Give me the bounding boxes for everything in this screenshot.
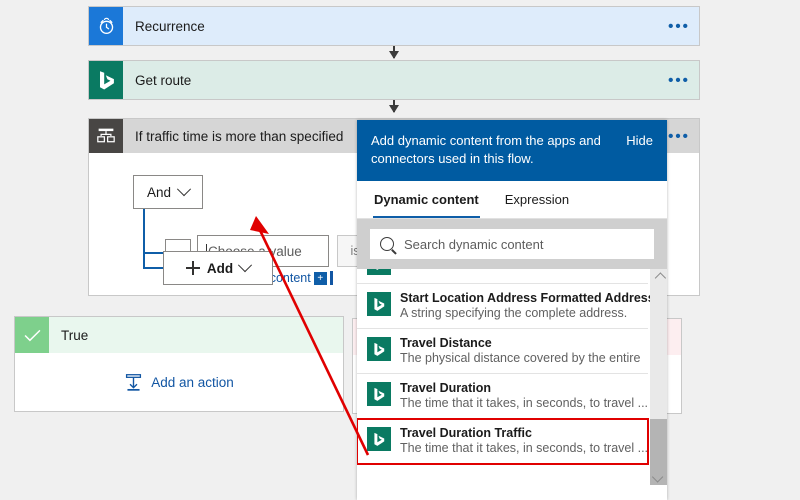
connector-arrow-1	[389, 46, 399, 59]
bing-maps-icon	[367, 382, 391, 406]
condition-tree-line-vertical	[143, 209, 145, 269]
step-menu-button[interactable]: •••	[659, 72, 699, 89]
search-placeholder: Search dynamic content	[404, 236, 544, 252]
bing-maps-icon	[367, 269, 391, 275]
list-item[interactable]: Travel Distance The physical distance co…	[357, 329, 648, 374]
list-item-name: Travel Duration	[400, 381, 491, 395]
branch-true-label: True	[61, 327, 89, 343]
scroll-up-button[interactable]	[650, 269, 667, 286]
dynamic-content-panel-header: Add dynamic content from the apps and co…	[357, 120, 667, 181]
operator-label: And	[146, 184, 172, 200]
list-item[interactable]: Travel Duration The time that it takes, …	[357, 374, 648, 419]
add-action-icon	[126, 373, 142, 391]
search-area: Search dynamic content	[357, 219, 667, 269]
chevron-up-icon	[654, 271, 666, 284]
list-item-description: A string specifying the complete address…	[400, 306, 628, 320]
list-item[interactable]: Country or region name of an address.	[357, 269, 648, 284]
step-title: Recurrence	[135, 18, 205, 34]
tab-dynamic-content[interactable]: Dynamic content	[373, 181, 480, 218]
add-an-action-label: Add an action	[151, 374, 234, 390]
add-an-action-button[interactable]: Add an action	[15, 353, 343, 411]
list-item[interactable]: Start Location Address Formatted Address…	[357, 284, 655, 329]
list-item-description: The physical distance covered by the ent…	[400, 351, 641, 365]
step-title: Get route	[135, 72, 192, 88]
flow-step-recurrence[interactable]: Recurrence •••	[88, 6, 700, 46]
text-caret	[329, 271, 333, 285]
branch-true[interactable]: True Add an action	[14, 316, 344, 412]
branch-true-header: True	[15, 317, 343, 353]
chevron-down-icon	[651, 470, 663, 483]
step-menu-button[interactable]: •••	[659, 18, 699, 35]
dynamic-content-tabs: Dynamic content Expression	[357, 181, 667, 219]
search-icon	[380, 237, 394, 251]
dynamic-content-header-text: Add dynamic content from the apps and co…	[371, 133, 601, 166]
list-item-description: The time that it takes, in seconds, to t…	[400, 396, 649, 410]
checkmark-icon	[15, 317, 49, 353]
dynamic-content-list[interactable]: Country or region name of an address. St…	[357, 269, 667, 485]
bing-maps-icon	[367, 427, 391, 451]
connector-arrow-2	[389, 100, 399, 113]
search-input[interactable]: Search dynamic content	[370, 229, 654, 259]
list-item-name: Travel Distance	[400, 336, 492, 350]
chevron-down-icon	[238, 258, 253, 273]
bing-maps-icon	[367, 337, 391, 361]
chevron-down-icon	[176, 182, 192, 197]
scroll-down-button[interactable]	[650, 468, 667, 485]
clock-icon	[89, 7, 123, 45]
condition-icon	[89, 119, 123, 153]
hide-button[interactable]: Hide	[626, 132, 653, 148]
tab-expression[interactable]: Expression	[504, 181, 570, 218]
condition-tree-line-add	[143, 267, 163, 269]
list-item-travel-duration-traffic[interactable]: Travel Duration Traffic The time that it…	[357, 418, 649, 465]
flow-step-get-route[interactable]: Get route •••	[88, 60, 700, 100]
dynamic-content-panel[interactable]: Add dynamic content from the apps and co…	[357, 120, 667, 500]
list-item-name: Travel Duration Traffic	[400, 426, 532, 440]
plus-icon	[185, 261, 200, 275]
plus-badge-icon: +	[313, 271, 327, 285]
list-item-name: Start Location Address Formatted Address	[400, 291, 655, 305]
bing-maps-icon	[89, 61, 123, 99]
list-item-description: The time that it takes, in seconds, to t…	[400, 441, 649, 455]
list-scrollbar[interactable]	[650, 269, 667, 485]
condition-operator-dropdown[interactable]: And	[133, 175, 203, 209]
add-button-label: Add	[206, 260, 234, 276]
flow-designer-canvas: Recurrence ••• Get route ••• If traffic	[0, 0, 800, 500]
condition-tree-line-row	[143, 252, 165, 254]
add-condition-button[interactable]: Add	[163, 251, 273, 285]
bing-maps-icon	[367, 292, 391, 316]
